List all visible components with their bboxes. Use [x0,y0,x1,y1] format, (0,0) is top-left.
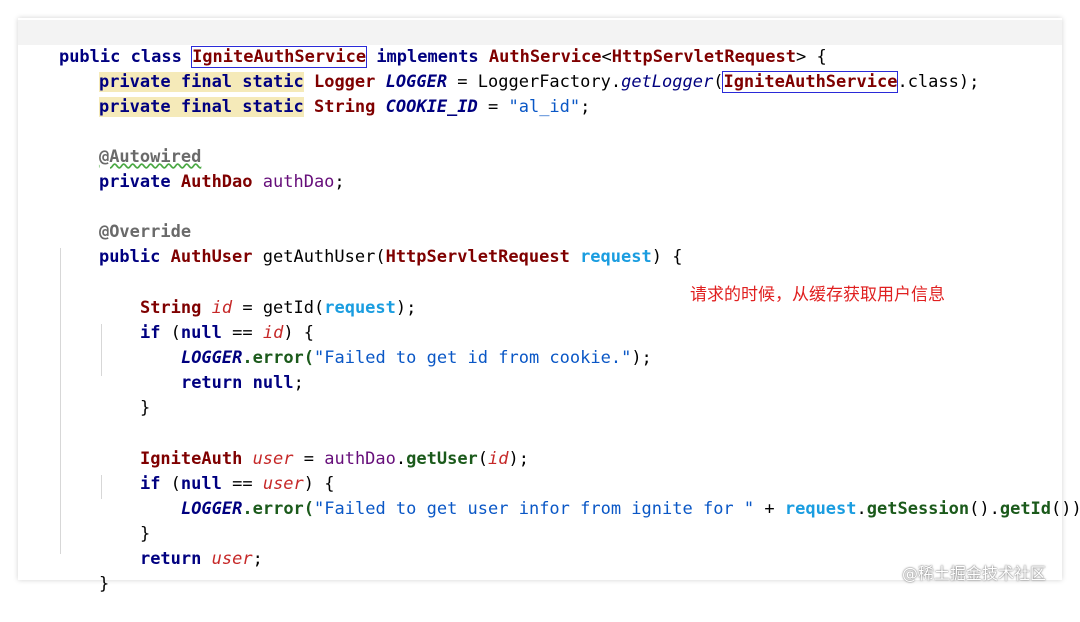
method-getauthuser[interactable]: getAuthUser( [253,247,386,267]
method-error[interactable]: .error( [242,499,314,519]
code-line-18: } [58,547,109,594]
field-authdao[interactable]: authDao [263,172,335,192]
keyword-null: null [252,373,294,393]
code-line-17: return user; [99,522,263,569]
string-literal: "Failed to get user infor from ignite fo… [314,499,755,519]
paren: ( [713,72,724,92]
code-line-10: LOGGER.error("Failed to get id from cook… [140,321,652,368]
operator: = [477,97,509,117]
keyword-return: return [139,549,202,569]
code-line-8: String id = getId(request); [99,271,416,318]
local-var-user[interactable]: user [212,549,253,569]
class-suffix: .class); [897,72,980,92]
code-line-14: if (null == user) { [99,447,335,494]
method-getsession[interactable]: getSession [867,499,969,519]
param-type[interactable]: HttpServletRequest [386,247,570,267]
method-open-brace: ) { [651,247,683,267]
code-line-4: @Autowired [58,120,201,167]
code-line-12: } [99,371,150,418]
paren-dot: (). [969,499,1000,519]
semicolon: ; [252,549,263,569]
method-getuser[interactable]: getUser [406,449,478,469]
field-authdao[interactable]: authDao [324,449,396,469]
keyword-public: public [98,247,161,267]
paren: ( [477,449,489,469]
code-line-5: private AuthDao authDao; [58,145,345,192]
constant-cookie-id[interactable]: COOKIE_ID [386,97,478,117]
code-line-7: public AuthUser getAuthUser(HttpServletR… [58,220,682,267]
keyword-static: static [242,97,304,117]
keyword-private: private [98,97,171,117]
param-request-ref[interactable]: request [785,499,857,519]
keyword-return: return [180,373,243,393]
class-ref-box[interactable]: IgniteAuthService [722,71,899,93]
dot: . [856,499,867,519]
string-literal: "al_id" [508,97,581,117]
semicolon: ; [293,373,304,393]
paren-close: ); [631,348,652,368]
code-line-3: private final static String COOKIE_ID = … [58,70,590,117]
paren-close: ); [395,298,417,318]
semicolon: ; [580,97,591,117]
code-line-16: } [99,497,150,544]
brace-close: } [98,574,110,594]
code-line-1: public class IgniteAuthService implement… [18,20,1062,68]
code-line-9: if (null == id) { [99,296,314,343]
keyword-final: final [180,97,233,117]
code-line-15: LOGGER.error("Failed to get user infor f… [140,472,1080,519]
method-getlogger[interactable]: getLogger [621,72,713,92]
watermark: @稀土掘金技术社区 [902,564,1047,583]
method-getid[interactable]: getId [1000,499,1051,519]
code-line-6: @Override [58,195,191,242]
paren-close: ); [508,449,530,469]
code-line-11: return null; [140,346,304,393]
string-literal: "Failed to get id from cookie." [314,348,632,368]
annotation-note: 请求的时候，从缓存获取用户信息 [690,285,945,305]
operator-plus: + [754,499,785,519]
local-var-id[interactable]: id [488,449,508,469]
type-authdao[interactable]: AuthDao [181,172,253,192]
param-request[interactable]: request [580,247,652,267]
paren-close: ()); [1051,499,1080,519]
type-authuser[interactable]: AuthUser [171,247,253,267]
indent-guide-if2 [101,475,102,499]
type-string[interactable]: String [314,97,375,117]
indent-guide-if1 [101,324,102,376]
keyword-private: private [98,172,171,192]
dot: . [395,449,407,469]
param-request-ref[interactable]: request [324,298,396,318]
constant-logger[interactable]: LOGGER [181,499,242,519]
brace-close: } [139,398,151,418]
code-line-2: private final static Logger LOGGER = Log… [58,45,979,93]
indent-guide-method [60,248,61,554]
code-line-13: IgniteAuth user = authDao.getUser(id); [99,422,529,469]
semicolon: ; [334,172,345,192]
